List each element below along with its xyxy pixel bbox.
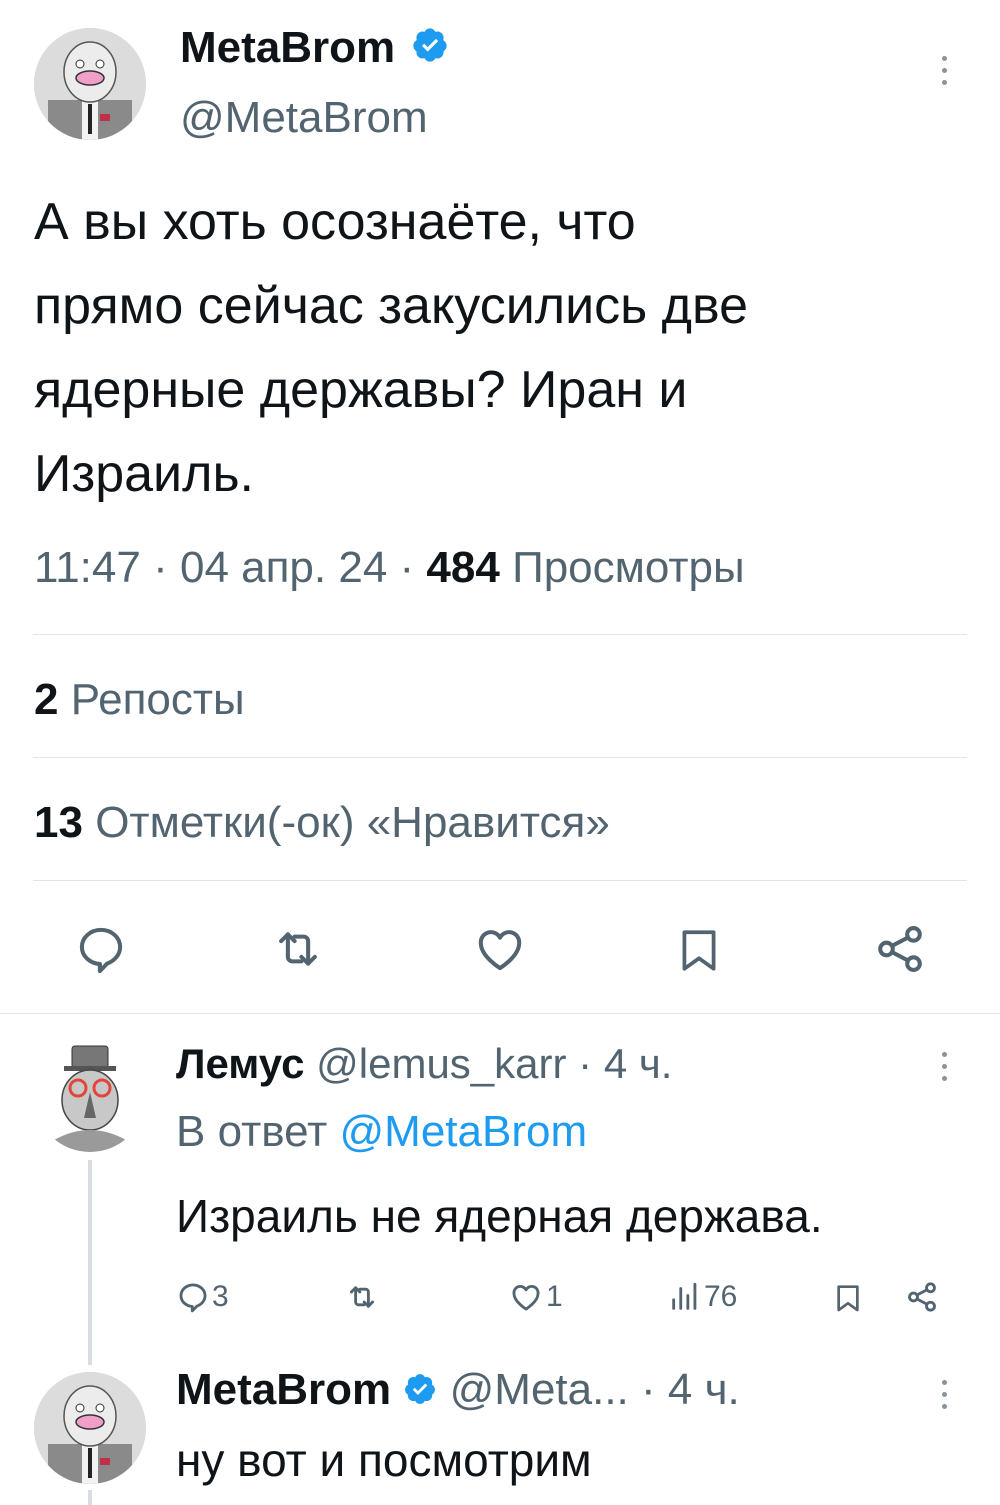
thread-line (88, 1160, 92, 1365)
reply-author-handle[interactable]: @Meta... (450, 1365, 629, 1414)
repost-button[interactable] (344, 1280, 380, 1314)
views-count: 484 (426, 543, 500, 592)
tweet-text: А вы хоть осознаёте, что прямо сейчас за… (34, 180, 748, 516)
tweet-text-line: А вы хоть осознаёте, что (34, 193, 636, 251)
bookmark-button[interactable] (674, 922, 724, 978)
reply-avatar[interactable] (34, 1372, 146, 1484)
like-icon (478, 930, 522, 971)
verified-badge-icon (403, 1364, 437, 1420)
bookmark-button[interactable] (832, 1280, 864, 1316)
reply-icon (79, 927, 123, 974)
like-button[interactable] (472, 922, 528, 976)
reply-replies-count: 3 (212, 1280, 229, 1313)
like-icon (512, 1285, 540, 1311)
divider (33, 757, 967, 758)
likes-label: Отметки(-ок) «Нравится» (95, 798, 610, 847)
share-button[interactable] (872, 922, 928, 976)
analytics-icon (672, 1282, 697, 1310)
reply-text: ну вот и посмотрим (176, 1434, 592, 1486)
bookmark-icon (837, 1285, 859, 1312)
reply-likes-count: 1 (546, 1280, 563, 1313)
thread-line (88, 1490, 92, 1505)
divider (33, 880, 967, 881)
reply-time[interactable]: · 4 ч. (578, 1040, 672, 1087)
reposts-count: 2 (34, 675, 59, 724)
tweet-text-line: ядерные державы? Иран и (34, 361, 688, 419)
reposts-label: Репосты (70, 675, 245, 724)
repost-button[interactable] (270, 922, 326, 976)
reposts-stat[interactable]: 2 Репосты (34, 672, 245, 728)
reply-time[interactable]: · 4 ч. (641, 1365, 740, 1414)
reply-to-link[interactable]: @MetaBrom (340, 1107, 588, 1156)
reply-button[interactable] (74, 922, 128, 976)
bookmark-icon (682, 930, 716, 971)
reply-author-name[interactable]: MetaBrom (176, 1365, 391, 1414)
reply-avatar[interactable] (34, 1040, 146, 1152)
tweet-time[interactable]: 11:47 (34, 543, 141, 592)
reply-author-name[interactable]: Лемус (176, 1040, 304, 1087)
share-button[interactable] (904, 1280, 940, 1314)
tweet-text-line: прямо сейчас закусились две (34, 277, 748, 335)
likes-stat[interactable]: 13 Отметки(-ок) «Нравится» (34, 795, 610, 851)
divider (33, 634, 967, 635)
tweet-date[interactable]: 04 апр. 24 (180, 543, 387, 592)
author-avatar[interactable] (34, 28, 146, 140)
author-name[interactable]: MetaBrom (180, 23, 395, 72)
tweet-meta: 11:47 · 04 апр. 24 · 484 Просмотры (34, 543, 745, 592)
verified-badge-icon (411, 22, 449, 78)
reply-icon (179, 1283, 207, 1313)
reply-to-label: В ответ (176, 1107, 328, 1156)
more-options-icon[interactable] (940, 56, 948, 85)
share-icon (908, 1282, 936, 1312)
reply-views-count: 76 (704, 1280, 738, 1313)
author-handle[interactable]: @MetaBrom (180, 90, 428, 146)
share-icon (878, 926, 922, 972)
repost-icon (349, 1286, 375, 1308)
likes-count: 13 (34, 798, 83, 847)
more-options-icon[interactable] (940, 1052, 948, 1081)
repost-icon (279, 932, 317, 966)
reply-author-handle[interactable]: @lemus_karr (316, 1040, 566, 1087)
more-options-icon[interactable] (940, 1380, 948, 1409)
section-divider (0, 1013, 1000, 1014)
tweet-text-line: Израиль. (34, 445, 254, 503)
like-button[interactable]: 1 (508, 1280, 563, 1314)
views-button[interactable]: 76 (668, 1280, 737, 1314)
reply-text: Израиль не ядерная держава. (176, 1190, 823, 1242)
views-label: Просмотры (512, 543, 745, 592)
reply-button[interactable]: 3 (176, 1280, 229, 1314)
